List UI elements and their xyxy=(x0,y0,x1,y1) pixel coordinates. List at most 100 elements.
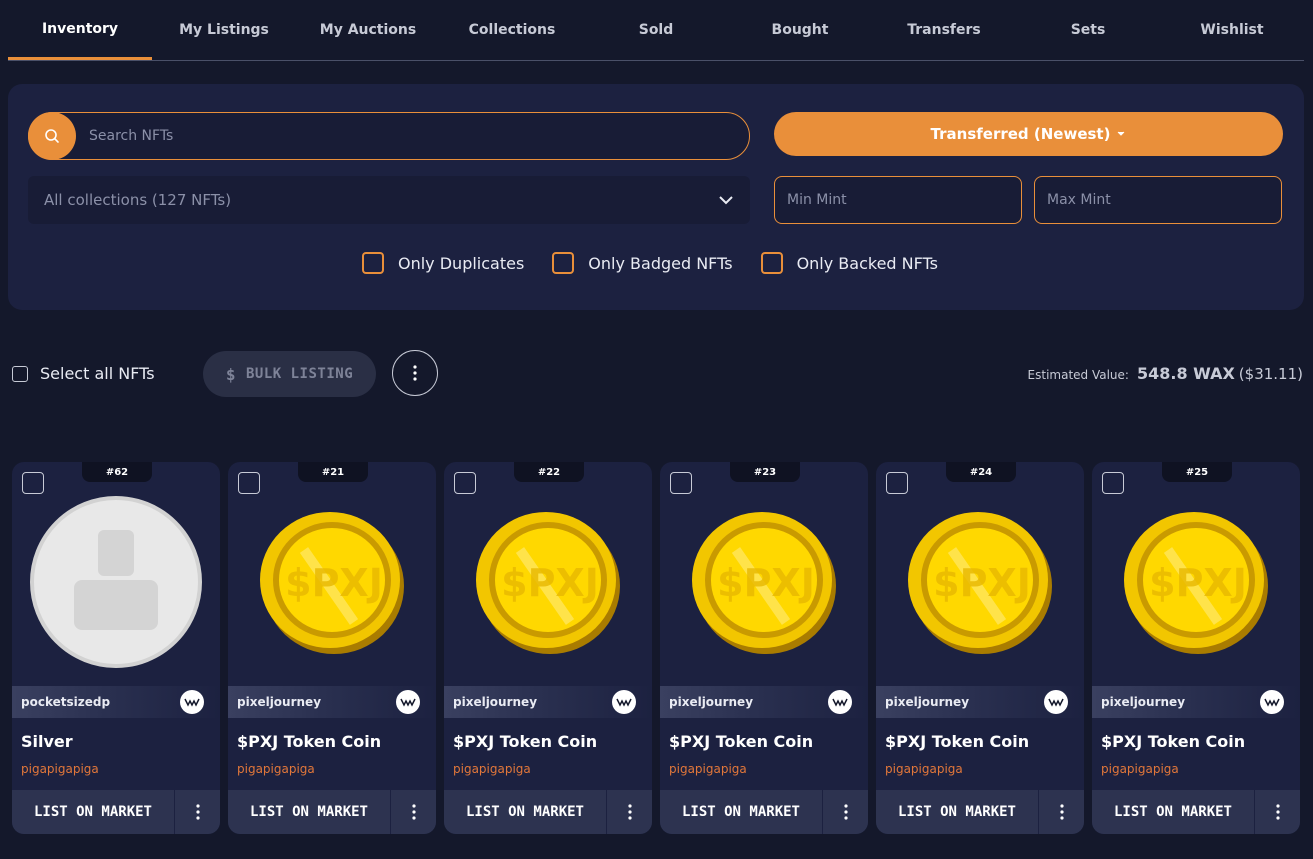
card-more-button[interactable] xyxy=(607,790,652,834)
card-select-checkbox[interactable] xyxy=(670,472,692,494)
card-footer: LIST ON MARKET xyxy=(1092,790,1300,834)
search-bar xyxy=(28,112,750,160)
nft-card[interactable]: #22 $PXJ pixeljourney $PXJ Token Coin pi… xyxy=(444,462,652,834)
checkbox-box[interactable] xyxy=(12,365,28,382)
checkbox-box[interactable] xyxy=(760,252,783,274)
tab-sets[interactable]: Sets xyxy=(1016,0,1160,60)
card-select-checkbox[interactable] xyxy=(22,472,44,494)
card-more-button[interactable] xyxy=(823,790,868,834)
nft-owner[interactable]: pigapigapiga xyxy=(453,762,531,776)
min-mint-placeholder: Min Mint xyxy=(787,192,847,208)
tab-my-auctions[interactable]: My Auctions xyxy=(296,0,440,60)
estimated-value-label: Estimated Value: xyxy=(1027,368,1129,382)
select-all-checkbox[interactable]: Select all NFTs xyxy=(12,364,155,383)
wax-logo-icon xyxy=(828,690,852,714)
list-on-market-button[interactable]: LIST ON MARKET xyxy=(444,790,607,834)
nft-card[interactable]: #25 $PXJ pixeljourney $PXJ Token Coin pi… xyxy=(1092,462,1300,834)
list-on-market-button[interactable]: LIST ON MARKET xyxy=(660,790,823,834)
card-footer: LIST ON MARKET xyxy=(444,790,652,834)
nft-image xyxy=(26,492,206,672)
tab-collections[interactable]: Collections xyxy=(440,0,584,60)
tab-bought[interactable]: Bought xyxy=(728,0,872,60)
estimated-value-usd: ($31.11) xyxy=(1238,365,1303,383)
tab-inventory[interactable]: Inventory xyxy=(8,0,152,60)
nft-name: $PXJ Token Coin xyxy=(885,732,1030,751)
nft-image: $PXJ xyxy=(458,492,638,672)
list-on-market-button[interactable]: LIST ON MARKET xyxy=(228,790,391,834)
card-more-button[interactable] xyxy=(1255,790,1300,834)
checkbox-label: Only Duplicates xyxy=(398,253,525,273)
nft-name: $PXJ Token Coin xyxy=(669,732,814,751)
kebab-icon xyxy=(411,804,416,820)
svg-text:$PXJ: $PXJ xyxy=(717,561,815,605)
card-footer: LIST ON MARKET xyxy=(228,790,436,834)
only-duplicates-checkbox[interactable]: Only Duplicates xyxy=(362,252,524,274)
caret-down-icon xyxy=(1118,131,1125,136)
bulk-listing-button[interactable]: $ BULK LISTING xyxy=(203,351,376,397)
card-more-button[interactable] xyxy=(175,790,220,834)
sort-dropdown-button[interactable]: Transferred (Newest) xyxy=(774,112,1283,156)
nft-card[interactable]: #21 $PXJ pixeljourney $PXJ Token Coin pi… xyxy=(228,462,436,834)
nft-owner[interactable]: pigapigapiga xyxy=(237,762,315,776)
card-more-button[interactable] xyxy=(1039,790,1084,834)
svg-text:$PXJ: $PXJ xyxy=(933,561,1031,605)
nft-image: $PXJ xyxy=(242,492,422,672)
dollar-icon: $ xyxy=(225,364,236,384)
mint-number: #25 xyxy=(1162,462,1232,482)
bulk-listing-label: BULK LISTING xyxy=(245,366,354,382)
nft-name: $PXJ Token Coin xyxy=(453,732,598,751)
only-backed-checkbox[interactable]: Only Backed NFTs xyxy=(760,252,939,274)
select-all-label: Select all NFTs xyxy=(40,364,155,383)
kebab-icon xyxy=(627,804,632,820)
card-footer: LIST ON MARKET xyxy=(12,790,220,834)
svg-text:$PXJ: $PXJ xyxy=(285,561,383,605)
card-select-checkbox[interactable] xyxy=(454,472,476,494)
card-more-button[interactable] xyxy=(391,790,436,834)
nft-card[interactable]: #23 $PXJ pixeljourney $PXJ Token Coin pi… xyxy=(660,462,868,834)
card-select-checkbox[interactable] xyxy=(1102,472,1124,494)
nft-owner[interactable]: pigapigapiga xyxy=(21,762,99,776)
tab-sold[interactable]: Sold xyxy=(584,0,728,60)
tab-transfers[interactable]: Transfers xyxy=(872,0,1016,60)
list-on-market-button[interactable]: LIST ON MARKET xyxy=(1092,790,1255,834)
nft-card[interactable]: #62 pocketsizedp Silver pigapigapiga LIS… xyxy=(12,462,220,834)
kebab-icon xyxy=(843,804,848,820)
tab-my-listings[interactable]: My Listings xyxy=(152,0,296,60)
checkbox-box[interactable] xyxy=(552,252,575,274)
list-on-market-button[interactable]: LIST ON MARKET xyxy=(876,790,1039,834)
chevron-down-icon xyxy=(719,196,733,205)
list-on-market-button[interactable]: LIST ON MARKET xyxy=(12,790,175,834)
min-mint-input[interactable]: Min Mint xyxy=(774,176,1022,224)
mint-number: #62 xyxy=(82,462,152,482)
more-options-button[interactable] xyxy=(392,350,438,396)
tab-wishlist[interactable]: Wishlist xyxy=(1160,0,1304,60)
nft-owner[interactable]: pigapigapiga xyxy=(669,762,747,776)
max-mint-input[interactable]: Max Mint xyxy=(1034,176,1282,224)
nft-image: $PXJ xyxy=(1106,492,1286,672)
nft-card[interactable]: #24 $PXJ pixeljourney $PXJ Token Coin pi… xyxy=(876,462,1084,834)
filter-checkboxes: Only Duplicates Only Badged NFTs Only Ba… xyxy=(362,252,966,274)
checkbox-box[interactable] xyxy=(362,252,384,274)
nft-image: $PXJ xyxy=(890,492,1070,672)
nft-owner[interactable]: pigapigapiga xyxy=(1101,762,1179,776)
search-input[interactable] xyxy=(87,113,731,160)
only-badged-checkbox[interactable]: Only Badged NFTs xyxy=(552,252,733,274)
card-select-checkbox[interactable] xyxy=(238,472,260,494)
nft-image: $PXJ xyxy=(674,492,854,672)
nft-owner[interactable]: pigapigapiga xyxy=(885,762,963,776)
kebab-icon xyxy=(195,804,200,820)
checkbox-label: Only Badged NFTs xyxy=(588,253,733,273)
wax-logo-icon xyxy=(1260,690,1284,714)
mint-number: #23 xyxy=(730,462,800,482)
nft-name: $PXJ Token Coin xyxy=(1101,732,1246,751)
card-select-checkbox[interactable] xyxy=(886,472,908,494)
wax-logo-icon xyxy=(1044,690,1068,714)
nft-name: $PXJ Token Coin xyxy=(237,732,382,751)
card-footer: LIST ON MARKET xyxy=(876,790,1084,834)
collection-select[interactable]: All collections (127 NFTs) xyxy=(28,176,750,224)
search-button[interactable] xyxy=(28,112,76,160)
search-icon xyxy=(45,129,59,143)
wax-logo-icon xyxy=(396,690,420,714)
collection-select-value: All collections (127 NFTs) xyxy=(44,191,232,209)
checkbox-label: Only Backed NFTs xyxy=(796,253,939,273)
